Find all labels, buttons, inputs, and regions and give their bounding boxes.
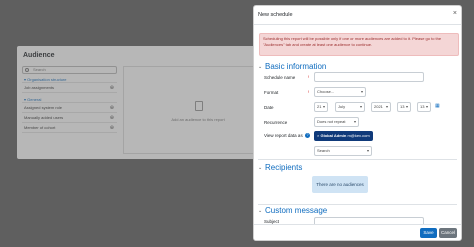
date-year-select[interactable]: 2021 — [371, 102, 391, 112]
date-minute-select[interactable]: 13 — [417, 102, 431, 112]
add-icon[interactable]: ⊕ — [110, 103, 114, 113]
close-icon[interactable]: × — [453, 10, 457, 18]
chevron-down-icon: ⌄ — [258, 64, 263, 70]
date-hour-select[interactable]: 13 — [397, 102, 411, 112]
audience-title: Audience — [23, 52, 55, 59]
schedule-name-input[interactable] — [314, 72, 424, 82]
section-recipients[interactable]: ⌄ Recipients — [258, 163, 302, 172]
required-icon: ! — [308, 89, 310, 94]
divider — [258, 159, 457, 160]
date-label: Date — [264, 105, 274, 110]
view-as-search-select[interactable]: Search — [314, 146, 372, 156]
audience-required-alert: Scheduling this report will be possible … — [259, 33, 459, 56]
audience-search-input[interactable]: Search — [22, 66, 117, 74]
cancel-button[interactable]: Cancel — [439, 228, 457, 238]
modal-title: New schedule — [258, 12, 293, 18]
audience-drop-area: Add an audience to this report — [123, 66, 273, 154]
group-organisation-structure[interactable]: ▾ Organisation structure — [22, 76, 117, 83]
modal-footer: Save Cancel — [254, 224, 461, 240]
section-custom-message[interactable]: ⌄ Custom message — [258, 206, 327, 215]
add-icon[interactable]: ⊕ — [110, 113, 114, 123]
format-label: Format — [264, 90, 279, 95]
date-day-select[interactable]: 21 — [314, 102, 328, 112]
add-icon[interactable]: ⊕ — [110, 123, 114, 133]
list-item[interactable]: Member of cohort ⊕ — [22, 123, 117, 133]
info-icon[interactable]: ? — [305, 133, 310, 138]
audience-empty-hint: Add an audience to this report — [171, 117, 225, 122]
calendar-icon[interactable]: ▦ — [435, 103, 440, 109]
add-icon[interactable]: ⊕ — [110, 83, 114, 93]
recurrence-select[interactable]: Does not repeat — [314, 117, 359, 127]
audience-panel: Audience Search ▾ Organisation structure… — [17, 46, 279, 159]
recurrence-label: Recurrence — [264, 120, 288, 125]
group-general[interactable]: ▾ General — [22, 96, 117, 103]
required-icon: ! — [308, 74, 310, 79]
list-item[interactable]: Job assignments ⊕ — [22, 83, 117, 93]
save-button[interactable]: Save — [420, 228, 437, 238]
schedule-name-label: Schedule name — [264, 75, 296, 80]
format-select[interactable]: Choose... — [314, 87, 366, 97]
list-item[interactable]: Assigned system role ⊕ — [22, 103, 117, 113]
search-icon — [25, 68, 29, 72]
audience-type-list: ▾ Organisation structure Job assignments… — [22, 76, 117, 133]
chevron-down-icon: ⌄ — [258, 208, 263, 214]
modal-header: New schedule × — [254, 6, 461, 25]
view-as-label: View report data as — [264, 133, 303, 138]
chevron-down-icon: ⌄ — [258, 165, 263, 171]
list-item[interactable]: Manually added users ⊕ — [22, 113, 117, 123]
document-icon — [195, 101, 203, 111]
date-month-select[interactable]: July — [335, 102, 365, 112]
divider — [258, 204, 457, 205]
view-as-user-chip[interactable]: × Global Admin m@kex.com — [314, 131, 373, 141]
new-schedule-modal: New schedule × Scheduling this report wi… — [253, 5, 462, 241]
section-basic-information[interactable]: ⌄ Basic information — [258, 62, 326, 71]
no-audiences-notice: There are no audiences — [312, 176, 368, 193]
